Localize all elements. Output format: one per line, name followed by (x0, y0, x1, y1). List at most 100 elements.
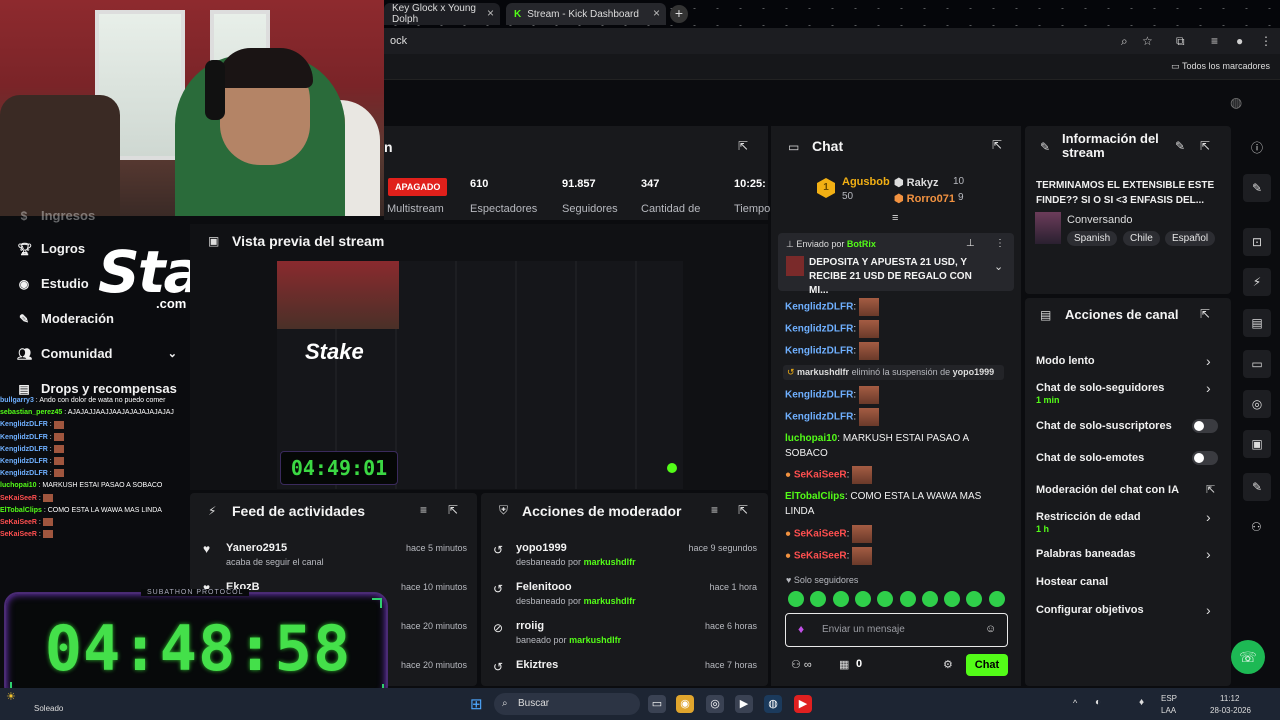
mod-action-user[interactable]: yopo1999 (516, 542, 567, 554)
clock-time[interactable]: 11:12 (1220, 694, 1239, 703)
star-icon[interactable]: ☆ (1142, 34, 1153, 48)
edit-rail-button[interactable]: ✎ (1243, 174, 1271, 202)
sidebar-item-estudio[interactable]: ◉ Estudio (17, 276, 89, 291)
expand-icon[interactable]: ⇱ (738, 503, 748, 517)
mod-action-user[interactable]: rroiig (516, 620, 544, 632)
youtube-icon[interactable]: ▶ (794, 695, 812, 713)
sidebar-item-ingresos[interactable]: $ Ingresos (17, 208, 96, 223)
avatar[interactable]: ◍ (1230, 94, 1242, 111)
tray-chevron-icon[interactable]: ^ (1073, 698, 1077, 708)
app-icon[interactable]: ◎ (706, 695, 724, 713)
leader-3[interactable]: ⬢ Rorro071 (894, 192, 955, 205)
send-chat-button[interactable]: Chat (966, 654, 1008, 676)
category-label[interactable]: Conversando (1067, 214, 1132, 226)
language-label[interactable]: ESP (1161, 694, 1177, 703)
filter-icon[interactable]: ≡ (420, 503, 427, 517)
more-icon[interactable]: ⋮ (995, 238, 1005, 249)
info-icon[interactable]: ⓘ (1251, 139, 1263, 156)
chat-user[interactable]: KenglidzDLFR (785, 390, 853, 401)
camera-rail-button[interactable]: ⊡ (1243, 228, 1271, 256)
channel-action-row[interactable]: Chat de solo-suscriptores (1036, 419, 1220, 441)
emote-icon[interactable] (832, 591, 849, 607)
collapse-icon[interactable]: ≡ (892, 212, 898, 224)
sidebar-item-comunidad[interactable]: 👥︎ Comunidad ⌄ (17, 346, 177, 361)
chat-user[interactable]: luchopai10 (785, 433, 837, 444)
all-bookmarks[interactable]: ▭ Todos los marcadores (1171, 61, 1270, 72)
broadcast-rail-button[interactable]: ◎ (1243, 390, 1271, 418)
sidebar-item-logros[interactable]: 🏆︎ Logros (17, 241, 85, 256)
emote-icon[interactable] (921, 591, 938, 607)
chat-input[interactable]: ♦ Enviar un mensaje ☺ (785, 613, 1008, 647)
extensions-icon[interactable]: ⧉ (1176, 34, 1185, 49)
chat-user[interactable]: markushdlfr (797, 367, 849, 377)
taskbar-search[interactable]: ⌕ Buscar (494, 693, 640, 715)
chat-user[interactable]: SeKaiSeeR (794, 470, 847, 481)
community-icon[interactable]: ⚇ (1251, 520, 1262, 534)
filter-icon[interactable]: ≡ (711, 503, 718, 517)
layout-rail-button[interactable]: ▣ (1243, 430, 1271, 458)
chat-user[interactable]: KenglidzDLFR (785, 324, 853, 335)
close-icon[interactable]: × (487, 6, 494, 20)
leader-2[interactable]: ⬢ Rakyz (894, 176, 938, 189)
chat-user[interactable]: KenglidzDLFR (785, 346, 853, 357)
channel-action-row[interactable]: Palabras baneadas › (1036, 546, 1220, 569)
emote-icon[interactable] (899, 591, 916, 607)
start-icon[interactable]: ⊞ (470, 695, 483, 713)
media-player-icon[interactable]: ▶ (735, 695, 753, 713)
wrench-rail-button[interactable]: ✎ (1243, 473, 1271, 501)
channel-action-row[interactable]: Moderación del chat con IA ⇱ (1036, 483, 1220, 505)
channel-action-row[interactable]: Configurar objetivos › (1036, 602, 1220, 625)
mod-action-item[interactable]: ↺ Felenitooo desbaneado por markushdlfr hac… (493, 580, 757, 616)
zoom-icon[interactable]: ⌕ (1121, 34, 1128, 49)
edit-icon[interactable]: ✎ (1175, 139, 1185, 153)
close-icon[interactable]: × (653, 6, 660, 20)
emote-icon[interactable] (988, 591, 1005, 607)
mod-action-moderator[interactable]: markushdlfr (584, 596, 636, 606)
chat-user[interactable]: ElTobalClips (785, 491, 845, 502)
gear-icon[interactable]: ⚙︎ (943, 658, 953, 671)
toggle-switch[interactable] (1192, 451, 1218, 465)
mod-action-item[interactable]: ↺ yopo1999 desbaneado por markushdlfr hace … (493, 541, 757, 577)
chevron-down-icon[interactable]: ⌄ (994, 260, 1003, 273)
menu-icon[interactable]: ⋮ (1260, 34, 1272, 48)
discord-icon[interactable]: ◐ (1095, 697, 1101, 708)
bolt-rail-button[interactable]: ⚡︎ (1243, 268, 1271, 296)
channel-action-row[interactable]: Chat de solo-emotes (1036, 451, 1220, 473)
activity-feed-item[interactable]: ♥ Yanero2915 acaba de seguir el canal hace … (203, 541, 467, 577)
browser-tab-kick[interactable]: K Stream - Kick Dashboard × (506, 3, 666, 25)
emoji-icon[interactable]: ☺ (985, 623, 996, 635)
mod-action-item[interactable]: ⊘ rroiig baneado por markushdlfr hace 6 hor… (493, 619, 757, 655)
emote-icon[interactable] (810, 591, 827, 607)
chat-user[interactable]: KenglidzDLFR (785, 412, 853, 423)
connection-icon[interactable]: ⚇ ∞ (791, 658, 812, 671)
store-icon[interactable]: ▦ (839, 658, 849, 671)
browser-tab-music[interactable]: Key Glock x Young Dolph × (384, 3, 500, 25)
pin-icon[interactable]: ⊥ (966, 238, 975, 249)
toggle-switch[interactable] (1192, 419, 1218, 433)
microphone-icon[interactable]: ♦ (798, 622, 804, 636)
steam-icon[interactable]: ◍ (764, 695, 782, 713)
expand-icon[interactable]: ⇱ (448, 503, 458, 517)
channel-action-row[interactable]: Hostear canal (1036, 575, 1220, 597)
chat-user[interactable]: KenglidzDLFR (785, 302, 853, 313)
channel-action-row[interactable]: Modo lento › (1036, 353, 1220, 376)
profile-icon[interactable]: ● (1236, 34, 1243, 48)
media-icon[interactable]: ≡ (1211, 34, 1218, 48)
emote-icon[interactable] (788, 591, 804, 607)
chat-user[interactable]: SeKaiSeeR (794, 551, 847, 562)
chat-user[interactable]: SeKaiSeeR (794, 529, 847, 540)
support-button[interactable]: ☏ (1231, 640, 1265, 674)
expand-icon[interactable]: ⇱ (1200, 307, 1210, 321)
expand-icon[interactable]: ⇱ (992, 138, 1002, 152)
expand-icon[interactable]: ⇱ (1200, 139, 1210, 153)
mod-action-moderator[interactable]: markushdlfr (584, 557, 636, 567)
sidebar-item-drops[interactable]: ▤ Drops y recompensas (17, 381, 177, 396)
chat-target[interactable]: yopo1999 (953, 367, 995, 377)
taskview-icon[interactable]: ▭ (648, 695, 666, 713)
mod-action-moderator[interactable]: markushdlfr (569, 635, 621, 645)
emote-icon[interactable] (944, 591, 961, 607)
chat-rail-button[interactable]: ▭ (1243, 350, 1271, 378)
activity-feed-name[interactable]: Yanero2915 (226, 542, 287, 554)
notes-rail-button[interactable]: ▤ (1243, 309, 1271, 337)
mic-icon[interactable]: ♦ (1139, 697, 1144, 708)
